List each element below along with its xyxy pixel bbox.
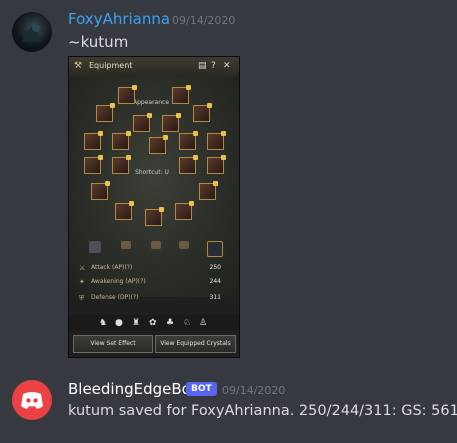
equipment-slot xyxy=(175,201,194,220)
equipment-slot xyxy=(112,155,131,174)
equipment-slot xyxy=(162,113,181,132)
timestamp[interactable]: 09/14/2020 xyxy=(172,14,235,27)
view-set-effect-button: View Set Effect xyxy=(73,335,153,353)
person-icon: ♙ xyxy=(199,318,208,328)
equipment-slot xyxy=(145,207,164,226)
equipment-slot xyxy=(112,131,131,150)
message-1: FoxyAhrianna 09/14/2020 ~kutum ⚒ Equipme… xyxy=(0,0,457,360)
equipment-slot xyxy=(149,135,168,154)
character-icons-row: ♞ ● ♜ ✿ ♣ ♘ ♙ xyxy=(69,315,239,331)
equipment-window-header: ⚒ Equipment ▤ ? ✕ xyxy=(69,57,239,78)
equipment-slot xyxy=(133,113,152,132)
shield-icon: ⛨ xyxy=(79,294,85,302)
bot-timestamp[interactable]: 09/14/2020 xyxy=(222,384,285,397)
paw-icon: ✿ xyxy=(149,318,157,328)
appearance-label: Appearance xyxy=(133,99,170,106)
equipment-title: Equipment xyxy=(89,61,133,70)
helm-icon: ♜ xyxy=(132,318,141,328)
bot-username[interactable]: BleedingEdgeBot xyxy=(68,380,197,398)
equipment-slot xyxy=(96,103,115,122)
equipment-slot xyxy=(207,131,226,150)
discord-logo-icon xyxy=(21,392,43,409)
equipment-slot xyxy=(84,131,103,150)
stat-defense: ⛨ Defense (DP)(?) 311 xyxy=(79,293,229,304)
inventory-item-icon xyxy=(151,241,161,249)
stat-label: Awakening (AP)(?) xyxy=(91,278,146,285)
message-2 xyxy=(0,370,457,430)
equipment-slot xyxy=(118,85,137,104)
equipment-slot xyxy=(207,155,226,174)
username[interactable]: FoxyAhrianna xyxy=(68,10,170,28)
stat-value: 244 xyxy=(209,278,221,285)
equipment-slot xyxy=(193,103,212,122)
user-avatar[interactable] xyxy=(12,12,52,52)
stat-value: 250 xyxy=(209,264,221,271)
shortcut-label: Shortcut: U xyxy=(135,169,169,176)
inventory-item-icon xyxy=(121,241,131,249)
pet-icon: ● xyxy=(115,318,123,328)
equipment-slot xyxy=(179,131,198,150)
avatar-art-icon xyxy=(22,23,42,42)
creature-icon: ♣ xyxy=(166,318,175,328)
equipment-slot xyxy=(172,85,191,104)
stat-label: Defense (DP)(?) xyxy=(91,294,139,301)
stat-awakening: ✦ Awakening (AP)(?) 244 xyxy=(79,277,229,288)
bot-badge: BOT xyxy=(186,382,217,396)
equipment-slot xyxy=(91,181,110,200)
close-icon: ✕ xyxy=(223,61,231,71)
stat-label: Attack (AP)(?) xyxy=(91,264,133,271)
message-text: ~kutum xyxy=(68,33,129,51)
stat-attack: ⚔ Attack (AP)(?) 250 xyxy=(79,263,229,274)
sword-icon: ⚔ xyxy=(79,264,86,272)
mount-icon: ♘ xyxy=(183,318,192,328)
awakening-icon: ✦ xyxy=(79,278,85,286)
attachment-image[interactable]: ⚒ Equipment ▤ ? ✕ Appearance Shortcut: U xyxy=(68,56,240,358)
view-crystals-button: View Equipped Crystals xyxy=(155,335,236,353)
inventory-item-icon xyxy=(179,241,189,249)
equipment-icon: ⚒ xyxy=(74,61,83,71)
stat-value: 311 xyxy=(209,294,221,301)
equipment-slot xyxy=(115,201,134,220)
equipment-slot xyxy=(199,181,218,200)
equipment-slot xyxy=(84,155,103,174)
bot-message-text: kutum saved for FoxyAhrianna. 250/244/31… xyxy=(68,403,457,419)
help-icon: ? xyxy=(211,61,216,71)
bot-avatar[interactable] xyxy=(12,380,52,420)
inventory-item-icon xyxy=(207,241,223,257)
document-icon: ▤ xyxy=(198,61,207,71)
inventory-item-icon xyxy=(89,241,101,253)
equipment-slot xyxy=(179,155,198,174)
horse-icon: ♞ xyxy=(99,318,108,328)
